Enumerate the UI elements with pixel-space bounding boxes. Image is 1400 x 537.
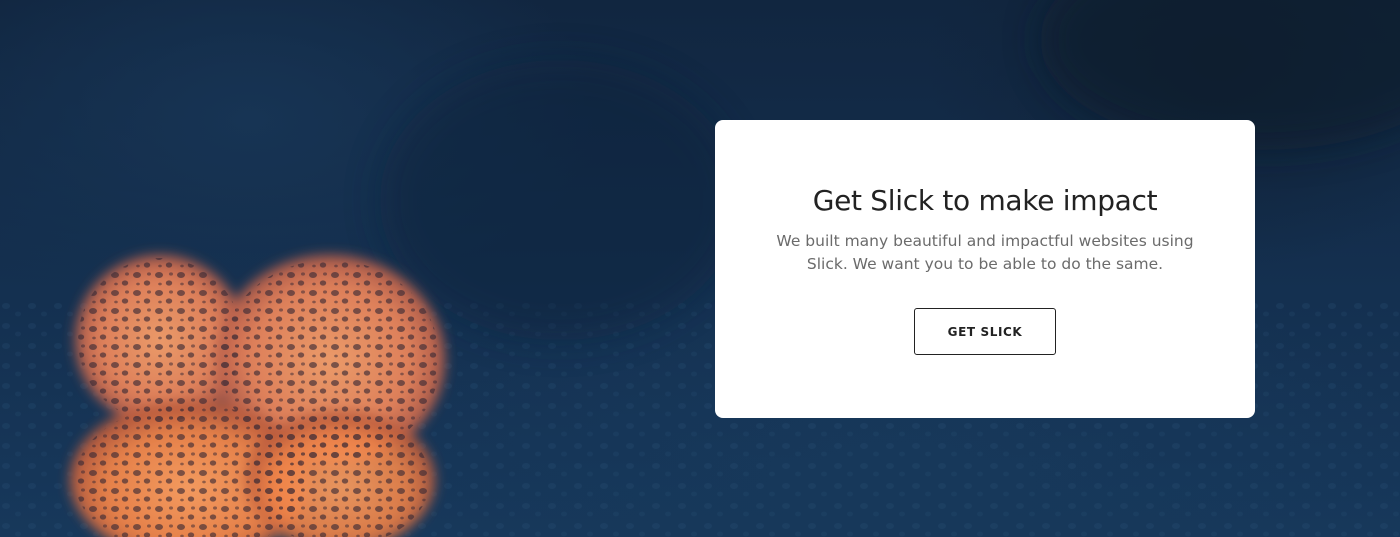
card-description: We built many beautiful and impactful we… (776, 232, 1194, 273)
cta-card: Get Slick to make impact We built many b… (715, 120, 1255, 418)
hero-section: Get Slick to make impact We built many b… (0, 0, 1400, 537)
card-title: Get Slick to make impact (812, 184, 1158, 217)
get-slick-button[interactable]: GET SLICK (914, 308, 1056, 355)
